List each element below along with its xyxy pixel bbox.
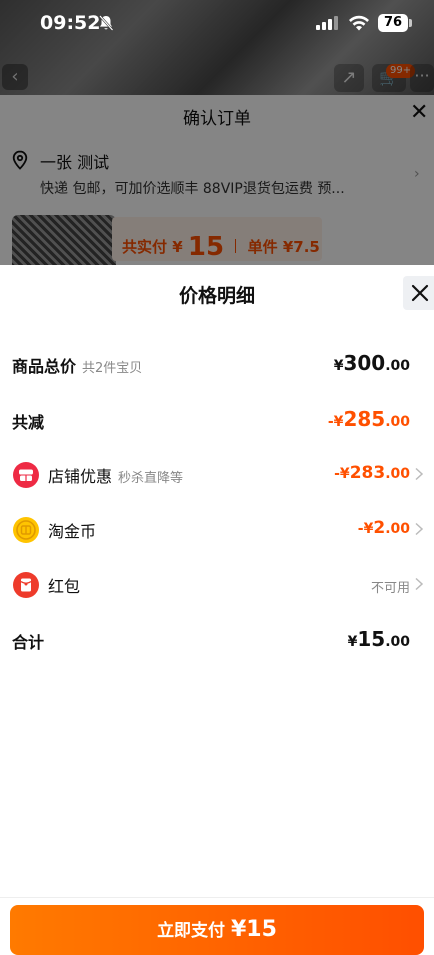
row-label: 店铺优惠 秒杀直降等 (48, 463, 183, 487)
clock: 09:52 (40, 12, 101, 34)
divider (0, 897, 434, 898)
shop-discount-icon (13, 462, 39, 488)
decimals: .00 (385, 521, 410, 537)
decimals: .00 (385, 466, 410, 482)
coin-value: -¥2.00 (358, 518, 410, 538)
chevron-right-icon (415, 522, 424, 536)
row-total-discount: 共减 -¥285.00 (0, 401, 434, 441)
battery-tip (409, 19, 412, 27)
currency: -¥ (327, 414, 344, 430)
battery-icon: 76 (378, 14, 408, 32)
row-label: 共减 (12, 413, 45, 432)
amount: 15 (246, 917, 277, 942)
status-bar: 09:52 76 (0, 0, 434, 46)
chevron-right-icon (415, 467, 424, 481)
row-red-packet[interactable]: 红包 不可用 (0, 565, 434, 605)
pay-button-label: 立即支付 (157, 921, 226, 941)
red-packet-icon (13, 572, 39, 598)
pay-button-amount: ¥15 (231, 917, 277, 942)
sheet-title: 价格明细 (178, 285, 255, 307)
row-label: 红包 (48, 577, 81, 596)
amount: 300 (343, 351, 386, 375)
row-label-text: 商品总价 (12, 357, 77, 376)
row-label: 商品总价 共2件宝贝 (12, 353, 142, 377)
amount: 2 (373, 518, 386, 538)
goods-total-value: ¥300.00 (334, 351, 410, 375)
shop-discount-value: -¥283.00 (334, 463, 410, 483)
row-label: 淘金币 (48, 522, 97, 541)
row-goods-total: 商品总价 共2件宝贝 ¥300.00 (0, 345, 434, 385)
amount: 285 (343, 407, 386, 431)
total-discount-value: -¥285.00 (328, 407, 410, 431)
close-icon[interactable] (403, 276, 434, 310)
row-sub: 共2件宝贝 (82, 361, 143, 376)
price-detail-sheet: 价格明细 商品总价 共2件宝贝 ¥300.00 共减 -¥285.00 店铺优惠秒… (0, 265, 434, 955)
red-packet-status: 不可用 (370, 581, 410, 596)
row-taobao-coin[interactable]: 淘金币 -¥2.00 (0, 510, 434, 550)
row-shop-discount[interactable]: 店铺优惠 秒杀直降等 -¥283.00 (0, 455, 434, 495)
pay-now-button[interactable]: 立即支付 ¥15 (10, 905, 424, 955)
coin-icon (13, 517, 39, 543)
row-grand-total: 合计 ¥15.00 (0, 621, 434, 661)
amount: 15 (357, 627, 386, 651)
decimals: .00 (385, 414, 410, 430)
currency: ¥ (230, 917, 247, 942)
decimals: .00 (385, 358, 410, 374)
currency: -¥ (334, 466, 350, 482)
bell-muted-icon (99, 15, 114, 31)
row-label-text: 店铺优惠 (48, 467, 113, 486)
chevron-right-icon (415, 577, 424, 591)
grand-total-value: ¥15.00 (348, 627, 410, 651)
amount: 283 (349, 463, 386, 483)
wifi-icon (349, 15, 369, 31)
currency: ¥ (347, 634, 358, 650)
row-sub: 秒杀直降等 (118, 471, 184, 486)
decimals: .00 (385, 634, 410, 650)
row-label: 合计 (12, 633, 45, 652)
signal-icon (316, 16, 338, 30)
currency: -¥ (357, 521, 374, 537)
currency: ¥ (333, 358, 344, 374)
